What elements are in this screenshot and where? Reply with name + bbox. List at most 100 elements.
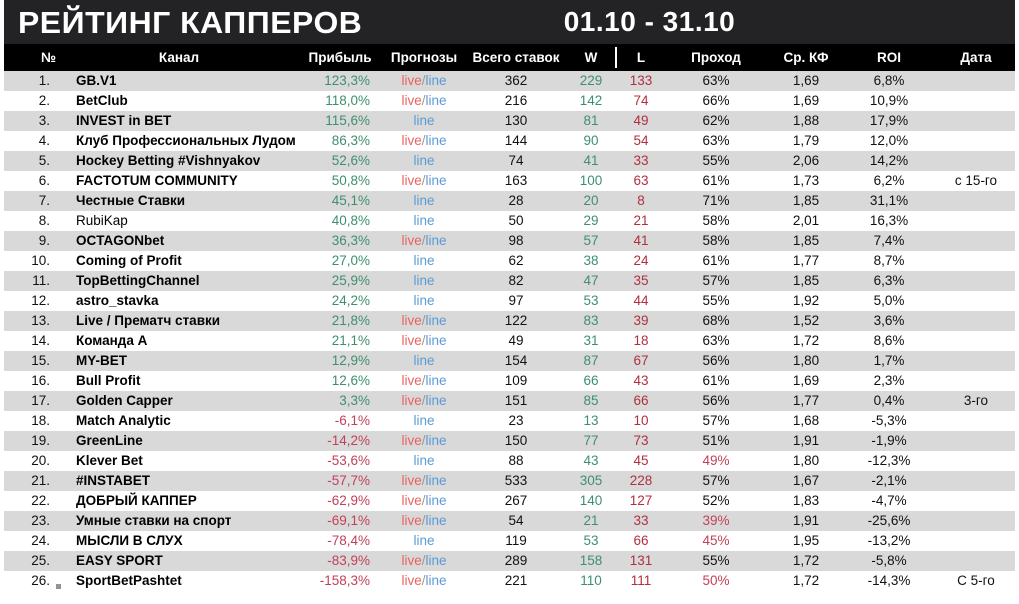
column-header-roi[interactable]: ROI — [846, 44, 932, 71]
forecast-line-tag[interactable]: line — [426, 513, 447, 528]
cell-forc[interactable]: live/line — [382, 371, 466, 391]
forecast-live-tag[interactable]: live — [401, 73, 421, 88]
forecast-live-tag[interactable]: live — [401, 173, 421, 188]
table-row[interactable]: 17. Golden Capper 3,3% live/line 151 85 66 56% 1… — [4, 391, 1015, 411]
column-header-date[interactable]: Дата — [932, 44, 1015, 71]
column-header-pass[interactable]: Проход — [666, 44, 766, 71]
forecast-line-tag[interactable]: line — [426, 393, 447, 408]
forecast-line-tag[interactable]: line — [413, 293, 434, 308]
cell-forc[interactable]: line — [382, 411, 466, 431]
cell-forc[interactable]: live/line — [382, 471, 466, 491]
table-row[interactable]: 19. GreenLine -14,2% live/line 150 77 73 51% 1,9… — [4, 431, 1015, 451]
table-row[interactable]: 7. Честные Ставки 45,1% line 28 20 8 71% 1,85 31,… — [4, 191, 1015, 211]
forecast-live-tag[interactable]: live — [401, 493, 421, 508]
cell-forc[interactable]: live/line — [382, 571, 466, 591]
cell-forc[interactable]: line — [382, 451, 466, 471]
forecast-live-tag[interactable]: live — [401, 393, 421, 408]
column-header-profit[interactable]: Прибыль — [298, 44, 382, 71]
cell-forc[interactable]: live/line — [382, 171, 466, 191]
cell-forc[interactable]: live/line — [382, 551, 466, 571]
column-header-channel[interactable]: Канал — [60, 44, 298, 71]
forecast-line-tag[interactable]: line — [413, 213, 434, 228]
cell-forc[interactable]: line — [382, 291, 466, 311]
table-row[interactable]: 15. MY-BET 12,9% line 154 87 67 56% 1,80 1,7% — [4, 351, 1015, 371]
cell-forc[interactable]: live/line — [382, 71, 466, 91]
table-row[interactable]: 11. TopBettingChannel 25,9% line 82 47 35 57% 1,… — [4, 271, 1015, 291]
forecast-line-tag[interactable]: line — [426, 313, 447, 328]
table-row[interactable]: 6. FACTOTUM COMMUNITY 50,8% live/line 163 100… — [4, 171, 1015, 191]
table-row[interactable]: 13. Live / Прематч ставки 21,8% live/line 12… — [4, 311, 1015, 331]
table-row[interactable]: 20. Klever Bet -53,6% line 88 43 45 49% 1,80 -12,… — [4, 451, 1015, 471]
forecast-line-tag[interactable]: line — [413, 453, 434, 468]
cell-forc[interactable]: line — [382, 531, 466, 551]
table-row[interactable]: 16. Bull Profit 12,6% live/line 109 66 43 61% 1,… — [4, 371, 1015, 391]
forecast-line-tag[interactable]: line — [426, 573, 447, 588]
forecast-line-tag[interactable]: line — [426, 73, 447, 88]
column-header-avg-odds[interactable]: Ср. КФ — [766, 44, 846, 71]
forecast-line-tag[interactable]: line — [426, 433, 447, 448]
table-row[interactable]: 3. INVEST in BET 115,6% line 130 81 49 62% 1,88 1… — [4, 111, 1015, 131]
forecast-line-tag[interactable]: line — [413, 193, 434, 208]
forecast-line-tag[interactable]: line — [426, 233, 447, 248]
cell-forc[interactable]: line — [382, 191, 466, 211]
forecast-line-tag[interactable]: line — [413, 353, 434, 368]
table-row[interactable]: 26. SportBetPashtet -158,3% live/line 221 110… — [4, 571, 1015, 591]
cell-forc[interactable]: live/line — [382, 511, 466, 531]
column-header-forecasts[interactable]: Прогнозы — [382, 44, 466, 71]
forecast-line-tag[interactable]: line — [413, 153, 434, 168]
table-row[interactable]: 2. BetClub 118,0% live/line 216 142 74 66% 1,69 1… — [4, 91, 1015, 111]
table-row[interactable]: 1. GB.V1 123,3% live/line 362 229 133 63% 1,69 6,… — [4, 71, 1015, 91]
forecast-live-tag[interactable]: live — [401, 373, 421, 388]
forecast-line-tag[interactable]: line — [426, 93, 447, 108]
table-row[interactable]: 8. RubiKap 40,8% line 50 29 21 58% 2,01 16,3% — [4, 211, 1015, 231]
forecast-line-tag[interactable]: line — [413, 253, 434, 268]
cell-forc[interactable]: line — [382, 351, 466, 371]
table-row[interactable]: 9. OCTAGONbet 36,3% live/line 98 57 41 58% 1,85 7… — [4, 231, 1015, 251]
table-row[interactable]: 25. EASY SPORT -83,9% live/line 289 158 131 55%… — [4, 551, 1015, 571]
forecast-live-tag[interactable]: live — [401, 473, 421, 488]
column-header-num[interactable]: № — [4, 44, 60, 71]
forecast-live-tag[interactable]: live — [401, 333, 421, 348]
forecast-line-tag[interactable]: line — [413, 113, 434, 128]
table-row[interactable]: 4. Клуб Профессиональных Лудом 86,3% live/l… — [4, 131, 1015, 151]
table-row[interactable]: 14. Команда А 21,1% live/line 49 31 18 63% 1,72 8… — [4, 331, 1015, 351]
cell-forc[interactable]: live/line — [382, 391, 466, 411]
forecast-line-tag[interactable]: line — [426, 373, 447, 388]
table-row[interactable]: 12. astro_stavka 24,2% line 97 53 44 55% 1,92 5,0… — [4, 291, 1015, 311]
cell-forc[interactable]: line — [382, 111, 466, 131]
cell-forc[interactable]: live/line — [382, 131, 466, 151]
table-row[interactable]: 24. МЫСЛИ В СЛУХ -78,4% line 119 53 66 45% 1,95 -… — [4, 531, 1015, 551]
forecast-line-tag[interactable]: line — [426, 333, 447, 348]
forecast-line-tag[interactable]: line — [426, 133, 447, 148]
cell-forc[interactable]: line — [382, 151, 466, 171]
cell-forc[interactable]: live/line — [382, 431, 466, 451]
cell-forc[interactable]: line — [382, 251, 466, 271]
forecast-live-tag[interactable]: live — [401, 233, 421, 248]
forecast-live-tag[interactable]: live — [401, 93, 421, 108]
column-header-losses[interactable]: L — [615, 44, 666, 71]
forecast-line-tag[interactable]: line — [426, 173, 447, 188]
table-row[interactable]: 18. Match Analytic -6,1% line 23 13 10 57% 1,68 -… — [4, 411, 1015, 431]
cell-forc[interactable]: live/line — [382, 91, 466, 111]
cell-forc[interactable]: live/line — [382, 231, 466, 251]
table-row[interactable]: 5. Hockey Betting #Vishnyakov 52,6% line 74 4… — [4, 151, 1015, 171]
table-row[interactable]: 23. Умные ставки на спорт -69,1% live/line 5… — [4, 511, 1015, 531]
forecast-live-tag[interactable]: live — [401, 573, 421, 588]
table-row[interactable]: 10. Coming of Profit 27,0% line 62 38 24 61% 1,7… — [4, 251, 1015, 271]
forecast-line-tag[interactable]: line — [413, 533, 434, 548]
forecast-line-tag[interactable]: line — [413, 413, 434, 428]
cell-forc[interactable]: live/line — [382, 491, 466, 511]
table-row[interactable]: 22. ДОБРЫЙ КАППЕР -62,9% live/line 267 140 127… — [4, 491, 1015, 511]
forecast-live-tag[interactable]: live — [401, 313, 421, 328]
forecast-live-tag[interactable]: live — [401, 553, 421, 568]
forecast-line-tag[interactable]: line — [413, 273, 434, 288]
table-row[interactable]: 21. #INSTABET -57,7% live/line 533 305 228 57% 1… — [4, 471, 1015, 491]
cell-forc[interactable]: live/line — [382, 331, 466, 351]
forecast-line-tag[interactable]: line — [426, 493, 447, 508]
column-header-wins[interactable]: W — [566, 44, 616, 71]
forecast-line-tag[interactable]: line — [426, 473, 447, 488]
column-header-total-bets[interactable]: Всего ставок — [466, 44, 566, 71]
forecast-line-tag[interactable]: line — [426, 553, 447, 568]
forecast-live-tag[interactable]: live — [401, 133, 421, 148]
cell-forc[interactable]: live/line — [382, 311, 466, 331]
